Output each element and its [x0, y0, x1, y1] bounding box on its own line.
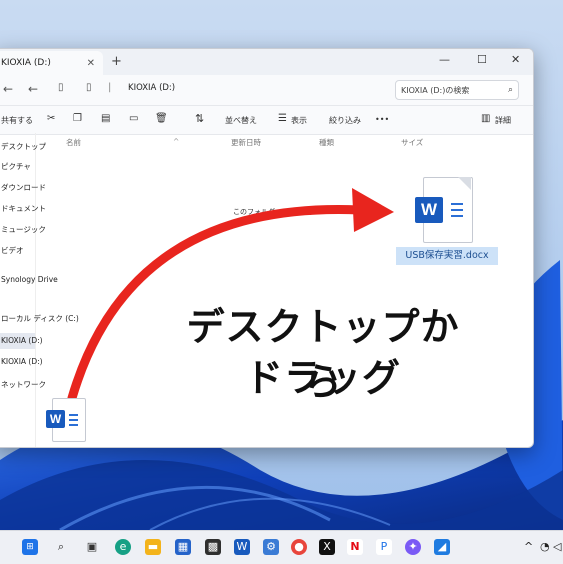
edge-icon[interactable]: e	[115, 539, 131, 555]
search-icon[interactable]: ⌕	[53, 539, 69, 555]
desktop-word-icon[interactable]: W	[46, 398, 86, 444]
settings-icon[interactable]: ⚙	[263, 539, 279, 555]
netflix-icon[interactable]: N	[347, 539, 363, 555]
teams-icon[interactable]: P	[376, 539, 392, 555]
wifi-icon[interactable]: ◔	[540, 540, 550, 553]
taskbar: ⊞ ⌕ ▣ e ▬ ▦ ▩ W ⚙ ● X N P ✦ ◢ ^ ◔ ◁	[0, 530, 563, 564]
copilot-icon[interactable]: ✦	[405, 539, 421, 555]
store-icon[interactable]: ▦	[175, 539, 191, 555]
app-icon[interactable]: ◢	[434, 539, 450, 555]
word-icon[interactable]: W	[234, 539, 250, 555]
chrome-icon[interactable]: ●	[291, 539, 307, 555]
volume-icon[interactable]: ◁	[553, 540, 561, 553]
drag-arrow	[67, 188, 394, 403]
headline-line2: ドラッグ	[244, 356, 401, 400]
windows-start-icon[interactable]: ⊞	[22, 539, 38, 555]
chevron-up-icon[interactable]: ^	[524, 540, 533, 553]
photos-icon[interactable]: ▩	[205, 539, 221, 555]
x-icon[interactable]: X	[319, 539, 335, 555]
file-explorer-icon[interactable]: ▬	[145, 539, 161, 555]
word-badge: W	[46, 410, 65, 428]
task-view-icon[interactable]: ▣	[84, 539, 100, 555]
